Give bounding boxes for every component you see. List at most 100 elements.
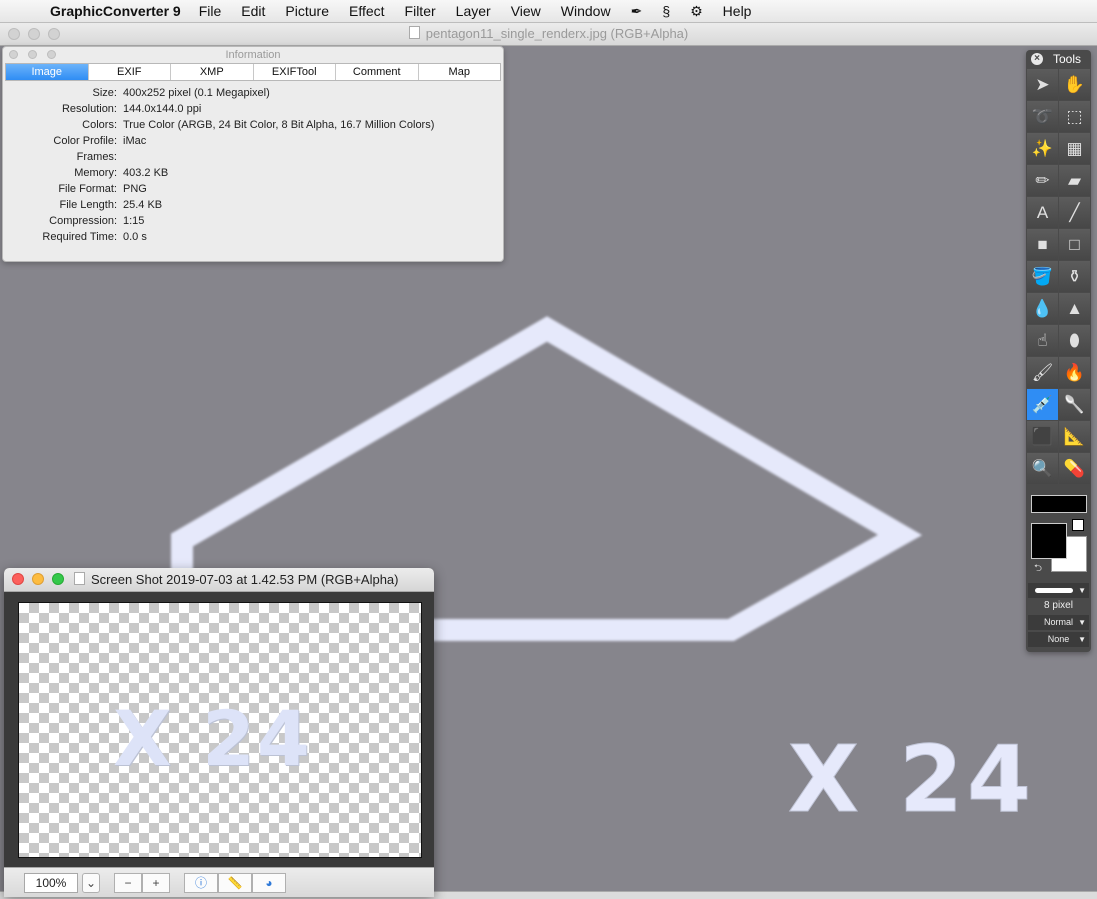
info-value: 1:15 bbox=[123, 215, 145, 227]
foreground-color-swatch[interactable] bbox=[1031, 523, 1067, 559]
blur-drop-tool-icon[interactable]: 💧 bbox=[1027, 293, 1058, 324]
none-select-value: None bbox=[1047, 634, 1070, 644]
color-button-icon[interactable]: ◕ bbox=[252, 872, 286, 893]
screenshot-x24-text: X 24 bbox=[113, 694, 312, 783]
tools-titlebar[interactable]: × Tools bbox=[1026, 50, 1091, 68]
screenshot-statusbar: 100% ⌄ − + ⓘ 📏 ◕ bbox=[4, 867, 434, 897]
ruler-button-icon[interactable]: 📏 bbox=[218, 872, 252, 893]
screenshot-titlebar[interactable]: Screen Shot 2019-07-03 at 1.42.53 PM (RG… bbox=[4, 568, 434, 592]
info-value: 400x252 pixel (0.1 Megapixel) bbox=[123, 87, 270, 99]
none-select[interactable]: None ▼ bbox=[1028, 632, 1089, 647]
syringe-tool-icon[interactable]: 💊 bbox=[1059, 453, 1090, 484]
menu-layer[interactable]: Layer bbox=[456, 3, 491, 19]
brush-tool-icon[interactable]: 🖌 bbox=[1027, 357, 1058, 388]
current-color-bar[interactable] bbox=[1031, 495, 1087, 513]
swap-colors-icon[interactable]: ⮌ bbox=[1034, 561, 1042, 578]
gear-icon[interactable]: ⚙ bbox=[690, 3, 703, 20]
tools-close-icon[interactable]: × bbox=[1031, 53, 1043, 65]
info-row-colors: Colors: True Color (ARGB, 24 Bit Color, 8… bbox=[3, 117, 503, 133]
tab-exiftool[interactable]: EXIFTool bbox=[254, 64, 336, 80]
menu-view[interactable]: View bbox=[511, 3, 541, 19]
tab-exif[interactable]: EXIF bbox=[89, 64, 171, 80]
script-menu-icon[interactable]: § bbox=[662, 3, 670, 19]
shot-zoom-button[interactable] bbox=[52, 573, 64, 585]
close-button[interactable] bbox=[8, 28, 20, 40]
zoom-segment: − + bbox=[114, 872, 170, 893]
blend-mode-select[interactable]: Normal ▼ bbox=[1028, 615, 1089, 630]
info-minimize-button[interactable] bbox=[28, 50, 37, 59]
paint-bucket-tool-icon[interactable]: 🪣 bbox=[1027, 261, 1058, 292]
arrow-tool-icon[interactable]: ➤ bbox=[1027, 69, 1058, 100]
shot-close-button[interactable] bbox=[12, 573, 24, 585]
pattern-wand-tool-icon[interactable]: ▦ bbox=[1059, 133, 1090, 164]
info-label: Memory: bbox=[74, 167, 117, 179]
info-close-button[interactable] bbox=[9, 50, 18, 59]
zoom-in-button[interactable]: + bbox=[142, 872, 170, 893]
brush-shape-select[interactable]: ▼ bbox=[1028, 583, 1089, 598]
menu-file[interactable]: File bbox=[199, 3, 222, 19]
sharpen-cone-tool-icon[interactable]: ▲ bbox=[1059, 293, 1090, 324]
pen-size-label: 8 pixel bbox=[1044, 600, 1073, 611]
menu-window[interactable]: Window bbox=[561, 3, 611, 19]
blend-mode-value: Normal bbox=[1043, 617, 1073, 627]
rect-tool-icon[interactable]: □ bbox=[1059, 229, 1090, 260]
magic-wand-tool-icon[interactable]: ✨ bbox=[1027, 133, 1058, 164]
lasso-tool-icon[interactable]: ➰ bbox=[1027, 101, 1058, 132]
menu-filter[interactable]: Filter bbox=[405, 3, 436, 19]
sponge-tool-icon[interactable]: ⬮ bbox=[1059, 325, 1090, 356]
screenshot-canvas[interactable]: X 24 bbox=[18, 602, 422, 858]
information-titlebar[interactable]: Information bbox=[3, 47, 503, 63]
reset-colors-icon[interactable] bbox=[1072, 519, 1084, 531]
stamp-tool-icon[interactable]: ⚱ bbox=[1059, 261, 1090, 292]
burn-brush-tool-icon[interactable]: 🔥 bbox=[1059, 357, 1090, 388]
hand-tool-icon[interactable]: ✋ bbox=[1059, 69, 1090, 100]
information-tabs: Image EXIF XMP EXIFTool Comment Map bbox=[5, 63, 501, 81]
zoom-tool-icon[interactable]: 🔍 bbox=[1027, 453, 1058, 484]
tab-image[interactable]: Image bbox=[6, 64, 89, 80]
marquee-tool-icon[interactable]: ⬚ bbox=[1059, 101, 1090, 132]
zoom-out-button[interactable]: − bbox=[114, 872, 142, 893]
tools-grid: ➤ ✋ ➰ ⬚ ✨ ▦ ✏ ▰ A ╱ ■ □ 🪣 ⚱ 💧 ▲ ☝ ⬮ 🖌 🔥 💉 🥄 ⬛ 📐 🔍 💊 bbox=[1026, 68, 1091, 485]
tab-comment[interactable]: Comment bbox=[336, 64, 419, 80]
menu-picture[interactable]: Picture bbox=[285, 3, 329, 19]
zoom-popup-button[interactable]: ⌄ bbox=[82, 872, 100, 893]
menu-edit[interactable]: Edit bbox=[241, 3, 265, 19]
info-value: 403.2 KB bbox=[123, 167, 169, 179]
info-value: 144.0x144.0 ppi bbox=[123, 103, 202, 115]
crop-tool-icon[interactable]: ⬛ bbox=[1027, 421, 1058, 452]
tab-map[interactable]: Map bbox=[419, 64, 501, 80]
tools-title: Tools bbox=[1053, 52, 1082, 66]
eyedropper-tool-icon[interactable]: 💉 bbox=[1027, 389, 1058, 420]
chevron-down-icon: ▼ bbox=[1078, 618, 1086, 627]
minimize-button[interactable] bbox=[28, 28, 40, 40]
info-zoom-button[interactable] bbox=[47, 50, 56, 59]
line-tool-icon[interactable]: ╱ bbox=[1059, 197, 1090, 228]
menu-effect[interactable]: Effect bbox=[349, 3, 385, 19]
info-row-file-length: File Length: 25.4 KB bbox=[3, 197, 503, 213]
info-value: PNG bbox=[123, 183, 147, 195]
info-button-icon[interactable]: ⓘ bbox=[184, 872, 218, 893]
info-row-resolution: Resolution: 144.0x144.0 ppi bbox=[3, 101, 503, 117]
pencil-tool-icon[interactable]: ✏ bbox=[1027, 165, 1058, 196]
tab-xmp[interactable]: XMP bbox=[171, 64, 254, 80]
zoom-field[interactable]: 100% bbox=[24, 872, 78, 893]
smudge-finger-tool-icon[interactable]: ☝ bbox=[1027, 325, 1058, 356]
screenshot-title: Screen Shot 2019-07-03 at 1.42.53 PM (RG… bbox=[91, 572, 399, 587]
info-label: Color Profile: bbox=[53, 135, 117, 147]
screenshot-window: Screen Shot 2019-07-03 at 1.42.53 PM (RG… bbox=[4, 568, 434, 897]
zoom-button[interactable] bbox=[48, 28, 60, 40]
menu-app-name[interactable]: GraphicConverter 9 bbox=[50, 3, 181, 19]
eraser-tool-icon[interactable]: ▰ bbox=[1059, 165, 1090, 196]
caliper-tool-icon[interactable]: 📐 bbox=[1059, 421, 1090, 452]
spoon-tool-icon[interactable]: 🥄 bbox=[1059, 389, 1090, 420]
eyedropper-menu-icon[interactable]: ✒ bbox=[631, 3, 643, 20]
menu-help[interactable]: Help bbox=[723, 3, 752, 19]
info-label: Required Time: bbox=[42, 231, 117, 243]
info-value: True Color (ARGB, 24 Bit Color, 8 Bit Al… bbox=[123, 119, 435, 131]
document-titlebar[interactable]: pentagon11_single_renderx.jpg (RGB+Alpha… bbox=[0, 23, 1097, 46]
info-row-size: Size: 400x252 pixel (0.1 Megapixel) bbox=[3, 85, 503, 101]
shot-minimize-button[interactable] bbox=[32, 573, 44, 585]
info-label: Size: bbox=[92, 87, 117, 99]
filled-rect-tool-icon[interactable]: ■ bbox=[1027, 229, 1058, 260]
text-tool-icon[interactable]: A bbox=[1027, 197, 1058, 228]
